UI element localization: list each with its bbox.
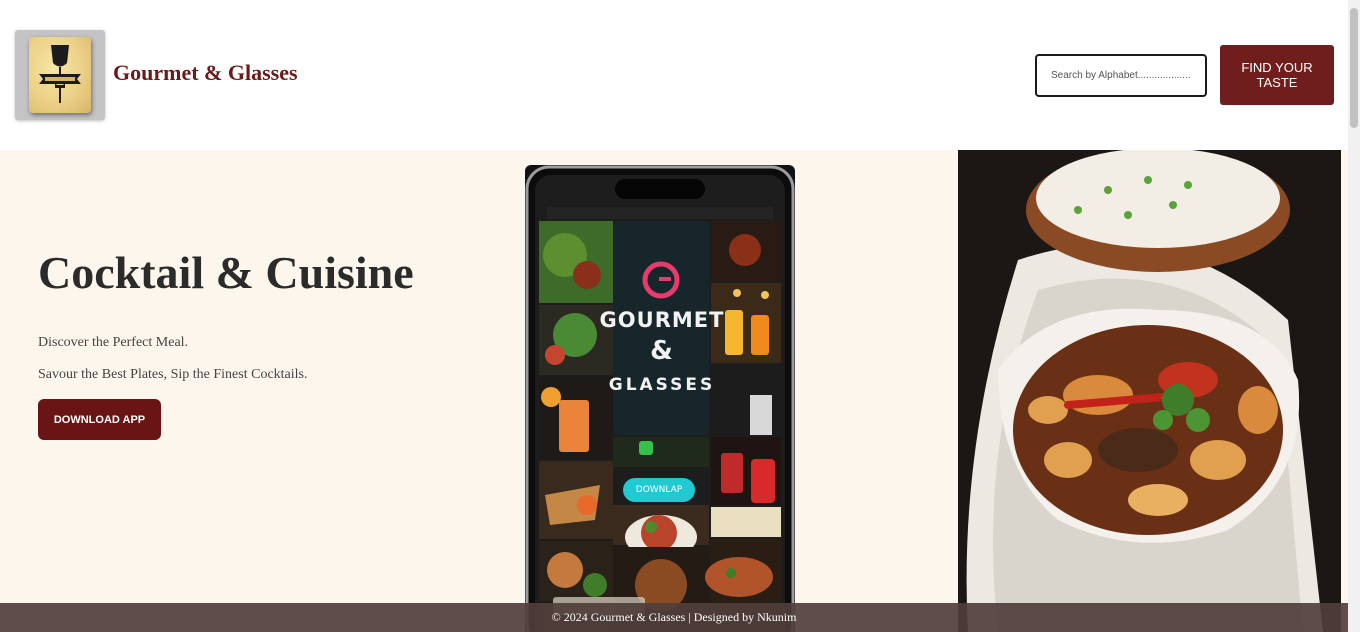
- download-app-button[interactable]: DOWNLOAD APP: [38, 399, 161, 440]
- site-header: Gourmet & Glasses FIND YOUR TASTE: [0, 0, 1348, 150]
- brand-name[interactable]: Gourmet & Glasses: [113, 60, 298, 86]
- phone-text-ampersand: &: [650, 336, 674, 366]
- footer-copyright: © 2024 Gourmet & Glasses | Designed by N…: [551, 610, 797, 624]
- phone-text-glasses: GLASSES: [608, 375, 716, 395]
- phone-download-pill: DOWNLAP: [623, 478, 695, 502]
- page-scrollbar[interactable]: [1348, 0, 1360, 632]
- food-dish-image: [958, 150, 1341, 632]
- hero-title: Cocktail & Cuisine: [38, 247, 414, 298]
- hero-tagline-1: Discover the Perfect Meal.: [38, 335, 189, 350]
- app-phone-image: GOURMET & GLASSES DOWNLAP: [525, 165, 795, 632]
- phone-text-gourmet: GOURMET: [599, 308, 725, 332]
- hero-tagline-2: Savour the Best Plates, Sip the Finest C…: [38, 367, 308, 382]
- logo[interactable]: [15, 30, 105, 120]
- search-input[interactable]: [1035, 54, 1207, 97]
- scrollbar-thumb[interactable]: [1350, 8, 1358, 128]
- logo-wine-glass-fork-icon: [29, 37, 91, 113]
- site-footer: © 2024 Gourmet & Glasses | Designed by N…: [0, 603, 1348, 632]
- find-your-taste-button[interactable]: FIND YOUR TASTE: [1220, 45, 1334, 105]
- hero-section: Cocktail & Cuisine Discover the Perfect …: [0, 150, 1348, 632]
